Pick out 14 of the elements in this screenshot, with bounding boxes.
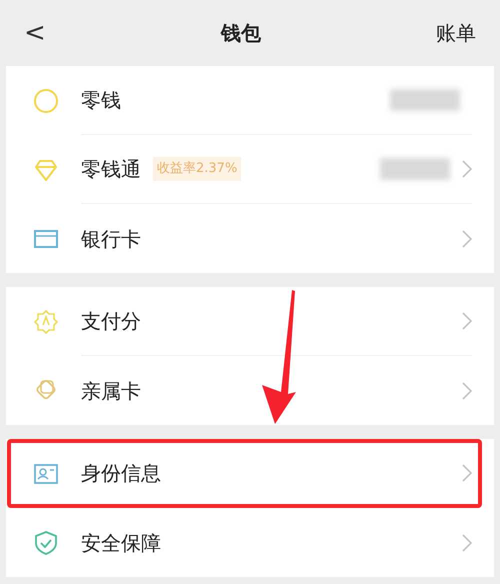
item-label: 身份信息 [81,460,161,487]
item-label: 零钱通 [81,156,141,183]
page-title: 钱包 [220,20,261,47]
item-label: 零钱 [81,87,121,114]
badge-icon [33,308,59,334]
shield-icon [33,530,59,556]
item-label: 安全保障 [81,530,161,556]
item-label: 支付分 [81,308,141,335]
bill-button[interactable]: 账单 [436,18,476,48]
yield-badge: 收益率2.37% [153,157,242,181]
item-label: 亲属卡 [81,378,141,404]
back-button[interactable]: < [24,20,46,46]
item-label: 银行卡 [81,226,141,252]
coin-icon [33,88,59,114]
